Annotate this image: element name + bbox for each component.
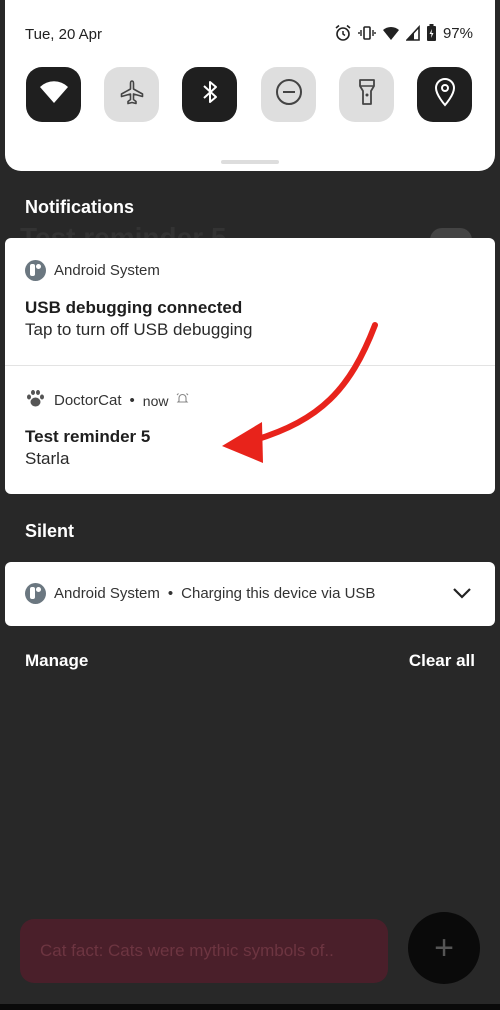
alert-bell-icon (176, 392, 189, 409)
notification-app-name: DoctorCat (54, 392, 122, 409)
background-notification-title: Test reminder 5 (20, 222, 227, 238)
cellular-signal-icon (405, 25, 420, 41)
notification-header: Android System (25, 260, 160, 281)
silent-header: Silent (25, 521, 75, 541)
panel-drag-handle[interactable] (221, 160, 279, 164)
notification-text: Charging this device via USB (181, 585, 376, 602)
notification-text[interactable]: Starla (25, 449, 69, 469)
status-icons: 97% (334, 24, 473, 42)
notification-app-name: Android System (54, 585, 160, 602)
add-fab-button[interactable]: + (408, 912, 480, 984)
notification-title[interactable]: Test reminder 5 (25, 427, 150, 447)
notification-divider (5, 365, 495, 366)
quick-settings-panel: Tue, 20 Apr 97% (5, 0, 495, 171)
manage-button[interactable]: Manage (25, 651, 88, 671)
notification-header: DoctorCat • now (25, 388, 189, 413)
silent-notification[interactable]: Android System • Charging this device vi… (5, 562, 495, 626)
plus-icon: + (434, 928, 454, 967)
status-date: Tue, 20 Apr (25, 26, 102, 43)
airplane-mode-tile[interactable] (104, 67, 159, 122)
paw-icon (25, 388, 46, 413)
battery-charging-icon (426, 24, 437, 42)
notification-text[interactable]: Tap to turn off USB debugging (25, 320, 252, 340)
snackbar: Cat fact: Cats were mythic symbols of.. (20, 919, 388, 983)
battery-percentage: 97% (442, 24, 473, 42)
do-not-disturb-icon (275, 78, 303, 111)
bottom-edge (0, 1004, 500, 1010)
notification-app-name: Android System (54, 262, 160, 279)
notifications-header: Notifications (25, 197, 135, 217)
do-not-disturb-tile[interactable] (261, 67, 316, 122)
snackbar-text: Cat fact: Cats were mythic symbols of.. (40, 941, 334, 960)
vibrate-icon (358, 24, 376, 42)
wifi-status-icon (382, 25, 400, 41)
notification-group: Android System USB debugging connected T… (5, 238, 495, 494)
android-system-icon (25, 583, 46, 604)
bluetooth-tile[interactable] (182, 67, 237, 122)
airplane-icon (119, 79, 145, 110)
alarm-icon (334, 24, 352, 42)
location-tile[interactable] (417, 67, 472, 122)
clear-all-button[interactable]: Clear all (409, 651, 475, 671)
wifi-icon (39, 79, 69, 110)
notification-header: Android System • Charging this device vi… (25, 583, 375, 604)
bluetooth-icon (199, 78, 221, 111)
flashlight-tile[interactable] (339, 67, 394, 122)
flashlight-icon (357, 77, 377, 112)
android-system-icon (25, 260, 46, 281)
notification-time: now (142, 392, 169, 409)
separator-dot: • (129, 392, 135, 409)
location-icon (433, 77, 457, 112)
wifi-tile[interactable] (26, 67, 81, 122)
separator-dot: • (167, 585, 174, 602)
chevron-down-icon[interactable] (451, 582, 473, 609)
notification-title[interactable]: USB debugging connected (25, 298, 242, 318)
